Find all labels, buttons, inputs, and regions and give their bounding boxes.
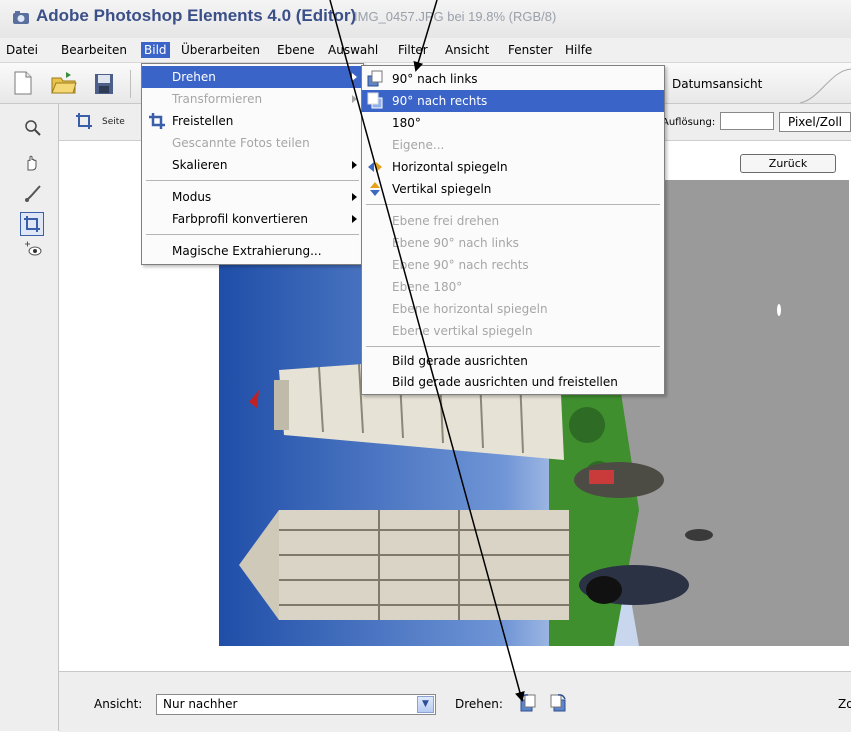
menu-item-90-rechts[interactable]: 90° nach rechts <box>362 90 664 112</box>
menu-item-modus[interactable]: Modus <box>142 186 363 208</box>
view-select[interactable]: Nur nachher ▼ <box>156 694 436 715</box>
menu-item-eigene[interactable]: Eigene... <box>362 134 664 156</box>
menu-item-ebene-90-rechts[interactable]: Ebene 90° nach rechts <box>362 254 664 276</box>
rotate-left-icon[interactable] <box>518 693 538 713</box>
menu-separator <box>366 204 660 205</box>
rotate-right-icon[interactable] <box>548 693 568 713</box>
flip-horizontal-icon <box>366 158 384 176</box>
menu-auswahl[interactable]: Auswahl <box>325 42 381 58</box>
menu-item-drehen[interactable]: Drehen <box>142 66 363 88</box>
option-label-seite: Seite <box>102 117 125 127</box>
rotate-right-icon <box>366 92 384 110</box>
crop-tool-options-icon[interactable] <box>74 111 94 131</box>
save-icon[interactable] <box>93 72 115 96</box>
resolution-input[interactable] <box>720 112 774 130</box>
menu-datei[interactable]: Datei <box>3 42 41 58</box>
menu-item-ebene-90-links[interactable]: Ebene 90° nach links <box>362 232 664 254</box>
menu-filter[interactable]: Filter <box>395 42 431 58</box>
drehen-submenu: 90° nach links 90° nach rechts 180° Eige… <box>361 65 665 395</box>
submenu-arrow-icon <box>352 161 357 169</box>
app-icon <box>12 10 30 26</box>
menu-separator <box>146 180 359 181</box>
menu-item-farbprofil[interactable]: Farbprofil konvertieren <box>142 208 363 230</box>
resolution-label: Auflösung: <box>662 117 716 128</box>
menu-item-ebene-frei-drehen[interactable]: Ebene frei drehen <box>362 210 664 232</box>
toolbar-divider <box>130 70 131 98</box>
date-view-tab[interactable]: Datumsansicht <box>672 77 762 91</box>
menu-item-horizontal-spiegeln[interactable]: Horizontal spiegeln <box>362 156 664 178</box>
chevron-down-icon[interactable]: ▼ <box>417 696 434 713</box>
menu-item-ebene-vertikal[interactable]: Ebene vertikal spiegeln <box>362 320 664 342</box>
menu-item-ebene-horizontal[interactable]: Ebene horizontal spiegeln <box>362 298 664 320</box>
menu-item-transformieren[interactable]: Transformieren <box>142 88 363 110</box>
brush-tool-icon[interactable] <box>22 182 44 204</box>
redeye-tool-icon[interactable] <box>22 238 44 260</box>
document-title: IMG_0457.JPG bei 19.8% (RGB/8) <box>354 9 557 24</box>
menu-bearbeiten[interactable]: Bearbeiten <box>58 42 130 58</box>
tab-edge-decoration <box>799 63 851 104</box>
crop-icon <box>148 112 166 130</box>
menu-ebene[interactable]: Ebene <box>274 42 318 58</box>
menu-item-180[interactable]: 180° <box>362 112 664 134</box>
new-file-icon[interactable] <box>12 70 34 96</box>
menu-hilfe[interactable]: Hilfe <box>562 42 595 58</box>
submenu-arrow-icon <box>352 215 357 223</box>
menu-item-90-links[interactable]: 90° nach links <box>362 68 664 90</box>
open-folder-icon[interactable] <box>50 70 78 96</box>
view-select-value: Nur nachher <box>163 697 238 711</box>
menu-ueberarbeiten[interactable]: Überarbeiten <box>178 42 263 58</box>
menu-item-gerade-ausrichten[interactable]: Bild gerade ausrichten <box>362 350 664 372</box>
menu-bar: Datei Bearbeiten Bild Überarbeiten Ebene… <box>0 38 851 63</box>
menu-ansicht[interactable]: Ansicht <box>442 42 492 58</box>
menu-fenster[interactable]: Fenster <box>505 42 556 58</box>
menu-item-skalieren[interactable]: Skalieren <box>142 154 363 176</box>
rotate-label: Drehen: <box>455 697 503 711</box>
menu-item-freistellen[interactable]: Freistellen <box>142 110 363 132</box>
view-label: Ansicht: <box>94 697 143 711</box>
menu-item-ebene-180[interactable]: Ebene 180° <box>362 276 664 298</box>
bild-menu: Drehen Transformieren Freistellen Gescan… <box>141 63 364 265</box>
back-button[interactable]: Zurück <box>740 154 836 173</box>
crop-tool-icon[interactable] <box>20 212 44 236</box>
menu-separator <box>366 346 660 347</box>
app-title: Adobe Photoshop Elements 4.0 (Editor) <box>36 6 357 25</box>
menu-item-vertikal-spiegeln[interactable]: Vertikal spiegeln <box>362 178 664 200</box>
hand-tool-icon[interactable] <box>22 152 44 174</box>
menu-item-gerade-freistellen[interactable]: Bild gerade ausrichten und freistellen <box>362 371 664 393</box>
menu-item-gescannte-fotos[interactable]: Gescannte Fotos teilen <box>142 132 363 154</box>
rotate-left-icon <box>366 70 384 88</box>
zoom-tool-icon[interactable] <box>22 117 44 139</box>
submenu-arrow-icon <box>352 73 357 81</box>
menu-item-magische-extrahierung[interactable]: Magische Extrahierung... <box>142 240 363 262</box>
flip-vertical-icon <box>366 180 384 198</box>
menu-bild[interactable]: Bild <box>141 42 170 58</box>
submenu-arrow-icon <box>352 95 357 103</box>
submenu-arrow-icon <box>352 193 357 201</box>
menu-separator <box>146 234 359 235</box>
resolution-unit-select[interactable]: Pixel/Zoll <box>779 112 851 132</box>
zoom-label: Zo <box>838 697 851 711</box>
